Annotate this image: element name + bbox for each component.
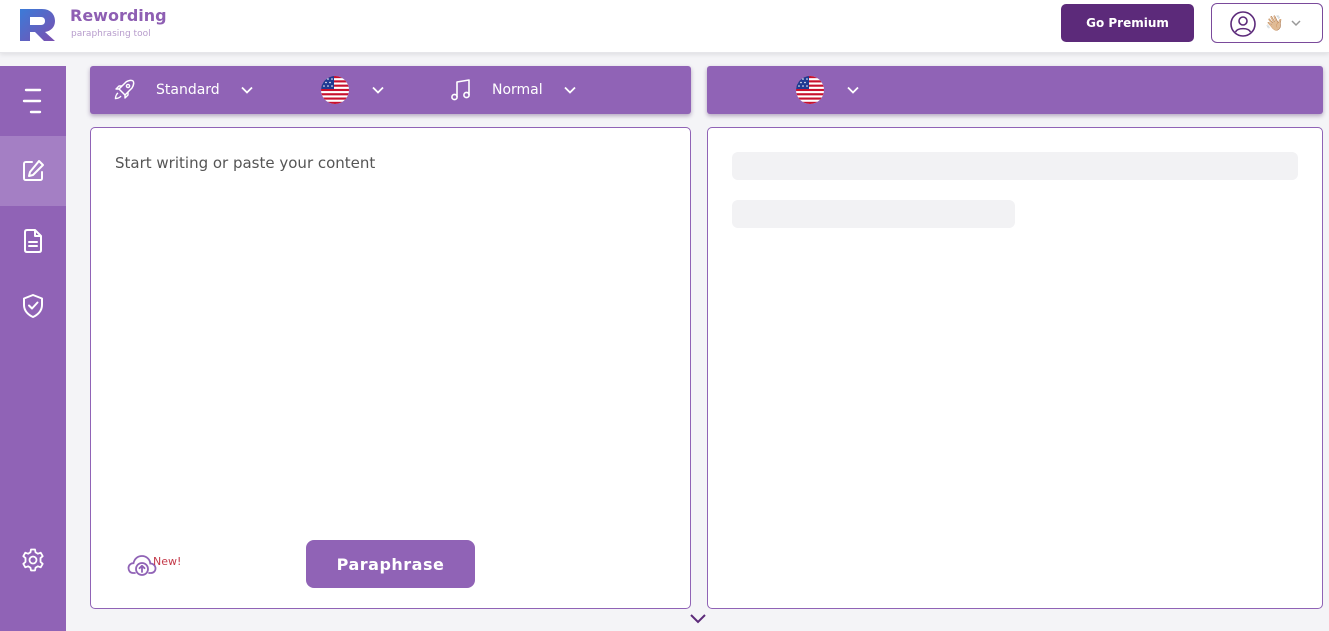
- input-toolbar: Standard Normal: [90, 66, 691, 114]
- tone-label: Normal: [492, 82, 543, 98]
- sidebar-item-paraphrase[interactable]: [0, 136, 66, 206]
- wave-emoji-icon: 👋🏼: [1265, 14, 1284, 32]
- rewording-logo-icon[interactable]: [18, 7, 58, 43]
- sidebar-item-plagiarism[interactable]: [0, 271, 66, 341]
- mode-label: Standard: [156, 82, 220, 98]
- user-avatar-icon: [1230, 11, 1256, 37]
- chevron-down-icon: [564, 86, 576, 94]
- chevron-down-icon: [241, 86, 253, 94]
- user-menu-button[interactable]: 👋🏼: [1211, 3, 1323, 43]
- input-text-area[interactable]: [115, 154, 665, 514]
- loading-skeleton-line: [732, 200, 1015, 228]
- input-panel: New! Paraphrase: [90, 127, 691, 609]
- chevron-down-icon: [372, 86, 384, 94]
- new-badge: New!: [153, 555, 182, 568]
- rocket-icon: [114, 79, 135, 100]
- brand-name: Rewording: [70, 6, 167, 25]
- top-header: Rewording paraphrasing tool Go Premium 👋…: [0, 0, 1329, 53]
- document-icon: [24, 229, 42, 253]
- sidebar-item-settings[interactable]: [0, 525, 66, 595]
- gear-icon: [22, 548, 44, 572]
- paraphrase-button[interactable]: Paraphrase: [306, 540, 475, 588]
- shield-check-icon: [23, 294, 43, 318]
- mode-selector[interactable]: Standard: [112, 66, 254, 114]
- output-panel: [707, 127, 1323, 609]
- sidebar-item-documents[interactable]: [0, 206, 66, 276]
- sidebar: [0, 66, 66, 631]
- tone-selector[interactable]: Normal: [450, 66, 577, 114]
- input-language-selector[interactable]: [321, 66, 385, 114]
- us-flag-icon: [321, 76, 349, 104]
- sidebar-menu-toggle[interactable]: [0, 66, 66, 136]
- output-language-selector[interactable]: [796, 66, 860, 114]
- edit-icon: [23, 160, 44, 181]
- output-toolbar: [707, 66, 1323, 114]
- menu-icon: [22, 88, 42, 114]
- music-note-icon: [451, 79, 470, 101]
- loading-skeleton-line: [732, 152, 1298, 180]
- scroll-down-chevron-icon[interactable]: [688, 612, 708, 626]
- chevron-down-icon: [847, 86, 859, 94]
- us-flag-icon: [796, 76, 824, 104]
- chevron-down-icon: [1291, 20, 1301, 27]
- brand-tagline: paraphrasing tool: [71, 29, 151, 39]
- go-premium-button[interactable]: Go Premium: [1061, 4, 1194, 42]
